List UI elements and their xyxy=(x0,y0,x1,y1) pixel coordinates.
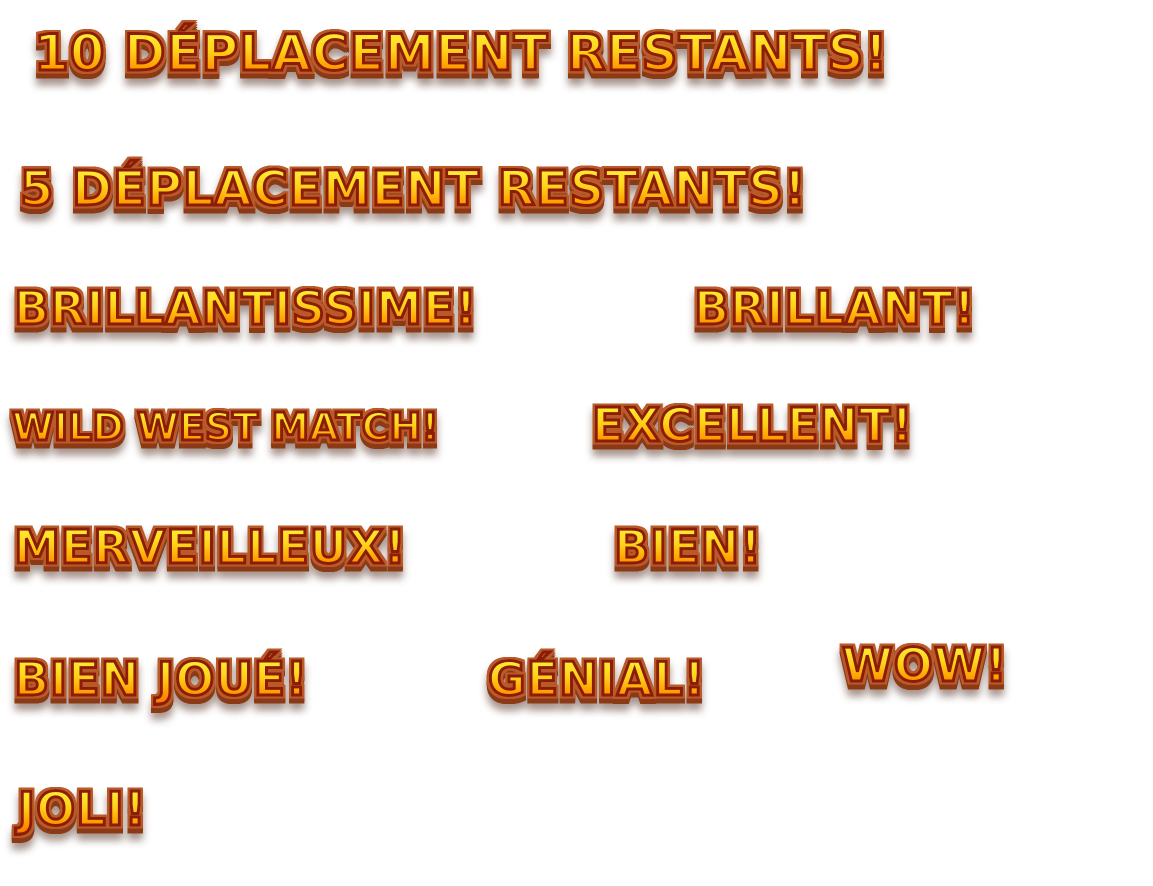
joli-text: JOLI! xyxy=(17,782,148,836)
bien-text: BIEN! xyxy=(612,520,763,574)
moves-left-5-text: 5 DÉPLACEMENT RESTANTS! xyxy=(19,161,808,217)
bien-joue-text: BIEN JOUÉ! xyxy=(12,652,309,706)
excellent-text: EXCELLENT! xyxy=(590,398,914,452)
wow-text: WOW! xyxy=(841,638,1009,692)
brillantissime-text: BRILLANTISSIME! xyxy=(12,281,478,335)
moves-left-10-text: 10 DÉPLACEMENT RESTANTS! xyxy=(32,24,889,82)
brillant-text: BRILLANT! xyxy=(693,281,977,335)
merveilleux-text: MERVEILLEUX! xyxy=(13,520,408,574)
genial-text: GÉNIAL! xyxy=(487,652,707,706)
wild-west-match-text: WILD WEST MATCH! xyxy=(11,405,441,449)
